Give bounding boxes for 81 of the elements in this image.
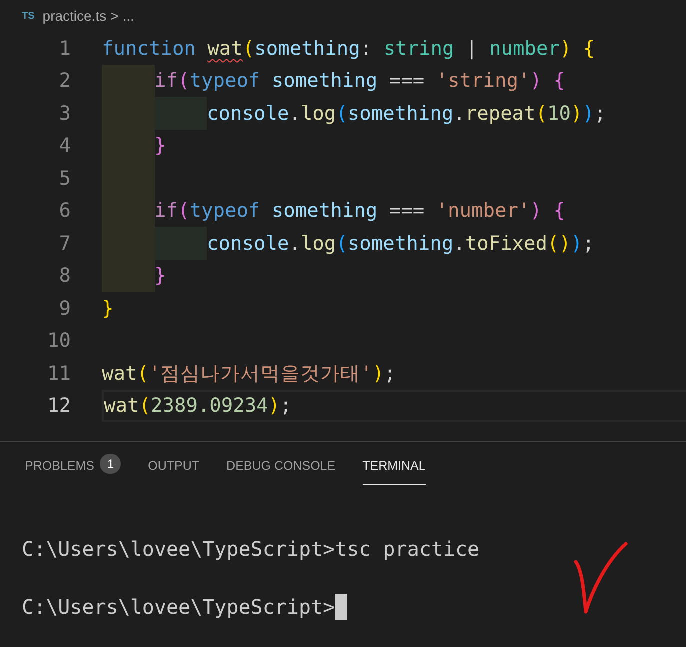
code-token: number xyxy=(490,36,560,62)
code-token: toFixed xyxy=(465,230,548,257)
error-token: wat xyxy=(208,36,243,62)
code-token: ) xyxy=(582,100,595,127)
code-token: ( xyxy=(336,230,348,257)
line-number: 10 xyxy=(46,328,71,354)
code-token: string xyxy=(384,36,454,62)
code-token: ( xyxy=(139,393,151,420)
code-token: wat xyxy=(104,393,140,420)
code-token: ( xyxy=(178,68,190,94)
line-number: 2 xyxy=(58,68,71,94)
panel-tab[interactable]: DEBUG CONSOLE xyxy=(226,454,336,485)
code-token: something xyxy=(348,100,454,127)
line-number: 11 xyxy=(46,360,71,387)
code-token: : xyxy=(360,36,374,62)
line-number: 3 xyxy=(58,100,71,127)
terminal-line: C:\Users\lovee\TypeScript> xyxy=(22,594,336,621)
code-token: ) xyxy=(268,393,280,420)
code-token: ; xyxy=(384,360,396,387)
code-token: } xyxy=(154,133,166,160)
code-token: () xyxy=(548,230,572,257)
code-token: ; xyxy=(594,100,606,127)
code-token: typeof xyxy=(190,68,262,94)
code-token: something xyxy=(348,230,454,257)
code-token: console xyxy=(207,100,290,127)
code-token: ( xyxy=(178,198,190,224)
code-token: ( xyxy=(536,100,548,127)
code-token: something xyxy=(254,36,360,62)
problem-count: 1 xyxy=(100,454,122,474)
line-number: 7 xyxy=(58,230,71,257)
breadcrumb-item[interactable]: practice.ts xyxy=(42,6,107,26)
code-token: . xyxy=(289,230,301,257)
code-token: typeof xyxy=(190,198,262,224)
line-number: 5 xyxy=(58,166,71,192)
code-token: 10 xyxy=(548,100,572,127)
file-type-icon: TS xyxy=(22,8,35,24)
panel-tab[interactable]: TERMINAL xyxy=(362,454,426,485)
code-token: } xyxy=(102,296,114,322)
code-token: === xyxy=(388,68,426,94)
code-token: log xyxy=(300,230,336,257)
code-token: repeat xyxy=(465,100,536,127)
code-token: ) { xyxy=(560,36,596,62)
code-token: something xyxy=(272,198,378,224)
code-token: . xyxy=(454,230,466,257)
line-number: 9 xyxy=(58,296,71,322)
panel-tab[interactable]: OUTPUT xyxy=(148,454,200,485)
code-token: if xyxy=(154,198,178,224)
code-token: . xyxy=(454,100,466,127)
code-token: ) { xyxy=(530,68,566,94)
code-token: === xyxy=(388,198,426,224)
code-token: ) xyxy=(571,100,583,127)
panel-tab[interactable]: PROBLEMS xyxy=(25,454,94,485)
breadcrumb-item[interactable]: ... xyxy=(122,6,134,26)
code-token: '점심나가서먹을것가태' xyxy=(148,360,372,387)
terminal-line: C:\Users\lovee\TypeScript>tsc practice xyxy=(22,536,480,563)
code-token: something xyxy=(272,68,378,94)
code-token: 'number' xyxy=(436,198,530,224)
line-number: 12 xyxy=(46,393,71,420)
code-token: | xyxy=(465,36,479,62)
chevron-icon: > xyxy=(110,6,119,26)
line-number: 6 xyxy=(58,198,71,224)
code-token: ; xyxy=(280,393,292,420)
code-token: console xyxy=(207,230,290,257)
code-token: ( xyxy=(242,36,255,62)
code-token: ) xyxy=(372,360,384,387)
line-number: 1 xyxy=(58,36,71,62)
code-token: if xyxy=(154,68,178,94)
code-token: } xyxy=(154,263,166,290)
line-number: 4 xyxy=(58,133,71,160)
line-number: 8 xyxy=(58,263,71,290)
code-token: function xyxy=(102,36,197,62)
code-token: log xyxy=(300,100,336,127)
code-token: . xyxy=(289,100,301,127)
code-token: ) xyxy=(571,230,583,257)
code-token: 'string' xyxy=(436,68,530,94)
code-token: ( xyxy=(336,100,348,127)
code-token: ) { xyxy=(530,198,566,224)
code-token: ( xyxy=(137,360,149,387)
code-token: wat xyxy=(102,360,138,387)
code-token: ; xyxy=(582,230,595,257)
code-token: 2389.09234 xyxy=(150,393,268,420)
